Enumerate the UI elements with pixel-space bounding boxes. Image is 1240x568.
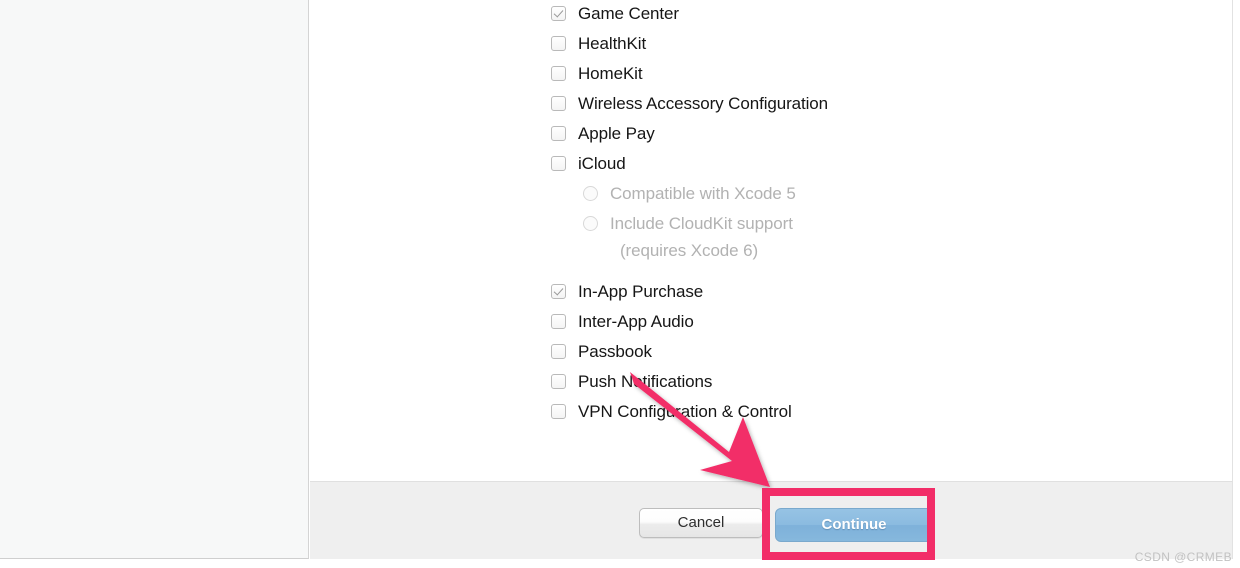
capability-row-wireless-accessory-configuration[interactable]: Wireless Accessory Configuration — [310, 90, 1232, 120]
capability-row-apple-pay[interactable]: Apple Pay — [310, 120, 1232, 150]
checkbox-inter-app-audio[interactable] — [551, 314, 566, 329]
capability-label-wireless-accessory-configuration: Wireless Accessory Configuration — [578, 94, 829, 113]
capability-label-include-cloudkit-support-line2-wrapper: (requires Xcode 6) — [310, 240, 1232, 265]
capabilities-content-area: Game Center HealthKit HomeKit Wireless A… — [310, 0, 1233, 481]
watermark-label: CSDN @CRMEB — [1134, 550, 1232, 564]
capability-row-icloud[interactable]: iCloud — [310, 150, 1232, 180]
checkbox-passbook[interactable] — [551, 344, 566, 359]
capability-label-healthkit: HealthKit — [578, 34, 647, 53]
checkbox-in-app-purchase[interactable] — [551, 284, 566, 299]
checkbox-wireless-accessory-configuration[interactable] — [551, 96, 566, 111]
capability-label-push-notifications: Push Notifications — [578, 372, 713, 391]
capability-group-divider — [310, 265, 1232, 278]
capabilities-dialog: Game Center HealthKit HomeKit Wireless A… — [0, 0, 1240, 568]
capability-row-in-app-purchase[interactable]: In-App Purchase — [310, 278, 1232, 308]
capability-label-passbook: Passbook — [578, 342, 652, 361]
capability-label-include-cloudkit-support: Include CloudKit support — [610, 214, 793, 233]
capability-label-compatible-with-xcode-5: Compatible with Xcode 5 — [610, 184, 796, 203]
right-gutter — [1233, 0, 1240, 568]
capability-row-include-cloudkit-support[interactable]: Include CloudKit support — [310, 210, 1232, 240]
checkbox-game-center[interactable] — [551, 6, 566, 21]
capability-label-in-app-purchase: In-App Purchase — [578, 282, 704, 301]
checkbox-homekit[interactable] — [551, 66, 566, 81]
checkbox-push-notifications[interactable] — [551, 374, 566, 389]
capability-row-healthkit[interactable]: HealthKit — [310, 30, 1232, 60]
radio-include-cloudkit-support[interactable] — [583, 216, 598, 231]
sidebar-panel — [0, 0, 309, 559]
capability-row-game-center[interactable]: Game Center — [310, 0, 1232, 30]
checkbox-apple-pay[interactable] — [551, 126, 566, 141]
capability-label-apple-pay: Apple Pay — [578, 124, 655, 143]
capability-label-icloud: iCloud — [578, 154, 626, 173]
capability-row-push-notifications[interactable]: Push Notifications — [310, 368, 1232, 398]
capability-label-vpn-configuration-control: VPN Configuration & Control — [578, 402, 792, 421]
radio-compatible-with-xcode-5[interactable] — [583, 186, 598, 201]
capabilities-list: Game Center HealthKit HomeKit Wireless A… — [310, 0, 1232, 428]
capability-row-inter-app-audio[interactable]: Inter-App Audio — [310, 308, 1232, 338]
capability-row-passbook[interactable]: Passbook — [310, 338, 1232, 368]
capability-row-compatible-with-xcode-5[interactable]: Compatible with Xcode 5 — [310, 180, 1232, 210]
continue-button[interactable]: Continue — [775, 508, 933, 542]
checkbox-icloud[interactable] — [551, 156, 566, 171]
capability-row-homekit[interactable]: HomeKit — [310, 60, 1232, 90]
capability-label-homekit: HomeKit — [578, 64, 643, 83]
checkbox-vpn-configuration-control[interactable] — [551, 404, 566, 419]
capability-row-vpn-configuration-control[interactable]: VPN Configuration & Control — [310, 398, 1232, 428]
dialog-button-bar: Cancel Continue — [310, 481, 1233, 559]
capability-label-game-center: Game Center — [578, 4, 679, 23]
capability-label-include-cloudkit-support-line2: (requires Xcode 6) — [620, 241, 759, 260]
checkbox-healthkit[interactable] — [551, 36, 566, 51]
cancel-button[interactable]: Cancel — [639, 508, 763, 538]
capability-label-inter-app-audio: Inter-App Audio — [578, 312, 694, 331]
